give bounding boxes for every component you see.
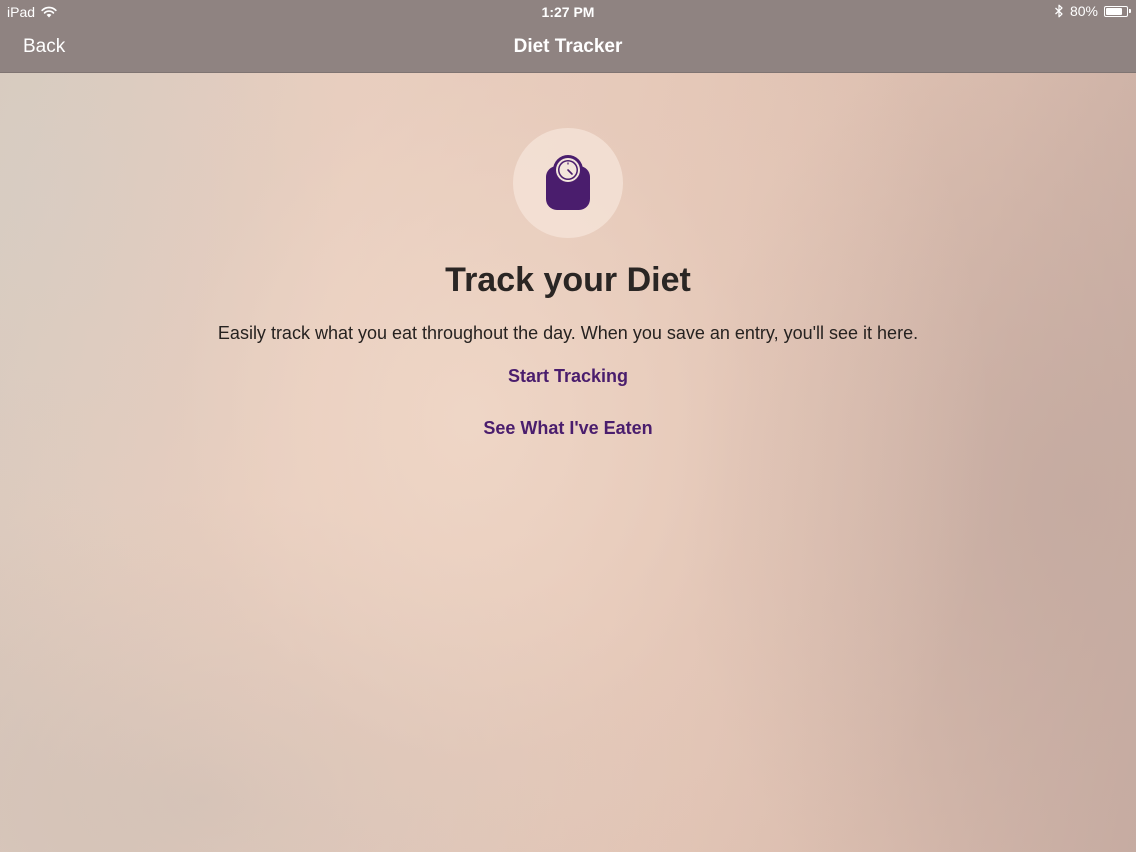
icon-circle xyxy=(513,128,623,238)
status-left: iPad xyxy=(7,4,57,20)
back-button[interactable]: Back xyxy=(23,36,65,58)
description-text: Easily track what you eat throughout the… xyxy=(217,323,919,343)
battery-icon xyxy=(1104,5,1131,17)
start-tracking-button[interactable]: Start Tracking xyxy=(508,366,628,386)
battery-fill xyxy=(1106,7,1122,15)
top-bar: iPad 1:27 PM 80% Back Diet Tracker xyxy=(0,0,1136,73)
see-what-ive-eaten-button[interactable]: See What I've Eaten xyxy=(483,418,652,438)
scale-icon xyxy=(546,155,590,210)
wifi-icon xyxy=(41,6,57,18)
battery-percent: 80% xyxy=(1069,3,1098,19)
page-heading: Track your Diet xyxy=(445,261,691,299)
status-bar: iPad 1:27 PM 80% xyxy=(0,0,1136,24)
start-tracking-row: Start Tracking xyxy=(0,366,1136,387)
status-time: 1:27 PM xyxy=(541,4,595,20)
bluetooth-icon xyxy=(1055,4,1063,18)
status-right: 80% xyxy=(1054,3,1131,19)
see-eaten-row: See What I've Eaten xyxy=(0,418,1136,439)
device-name: iPad xyxy=(7,4,36,20)
nav-title: Diet Tracker xyxy=(513,36,623,57)
